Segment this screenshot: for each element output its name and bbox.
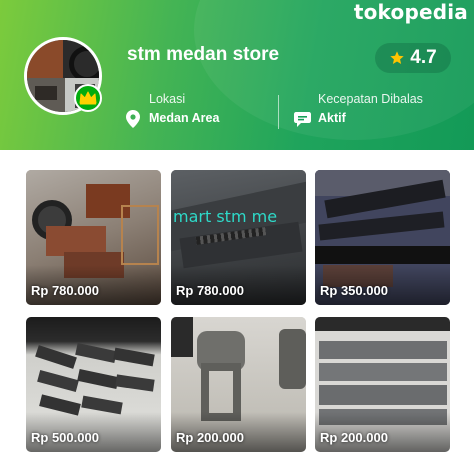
product-card[interactable]: mart stm me Rp 780.000 bbox=[171, 170, 306, 305]
rating-value: 4.7 bbox=[410, 47, 437, 68]
product-watermark: mart stm me bbox=[173, 207, 278, 226]
product-grid: Rp 780.000 mart stm me Rp 780.000 Rp 350… bbox=[0, 150, 474, 474]
store-header: tokopedia stm medan store 4.7 Lokasi Med… bbox=[0, 0, 474, 150]
product-price: Rp 200.000 bbox=[176, 430, 244, 445]
location-label: Lokasi bbox=[149, 92, 186, 106]
product-price: Rp 200.000 bbox=[320, 430, 388, 445]
product-price: Rp 350.000 bbox=[320, 283, 388, 298]
location-pin-icon bbox=[126, 110, 140, 128]
product-price: Rp 500.000 bbox=[31, 430, 99, 445]
product-card[interactable]: Rp 350.000 bbox=[315, 170, 450, 305]
crown-badge-icon bbox=[74, 84, 102, 112]
product-price: Rp 780.000 bbox=[176, 283, 244, 298]
speed-value: Aktif bbox=[318, 111, 346, 125]
product-card[interactable]: Rp 780.000 bbox=[26, 170, 161, 305]
star-icon bbox=[390, 51, 404, 64]
product-card[interactable]: Rp 200.000 bbox=[171, 317, 306, 452]
location-info: Lokasi Medan Area bbox=[149, 92, 219, 125]
location-value: Medan Area bbox=[149, 111, 220, 125]
product-card[interactable]: Rp 200.000 bbox=[315, 317, 450, 452]
info-divider bbox=[278, 95, 279, 129]
store-name[interactable]: stm medan store bbox=[127, 44, 279, 66]
rating-badge: 4.7 bbox=[375, 43, 451, 73]
speed-label: Kecepatan Dibalas bbox=[318, 92, 423, 106]
product-price: Rp 780.000 bbox=[31, 283, 99, 298]
chat-bubble-icon bbox=[294, 112, 311, 127]
product-card[interactable]: Rp 500.000 bbox=[26, 317, 161, 452]
response-speed-info: Kecepatan Dibalas Aktif bbox=[318, 92, 423, 125]
tokopedia-logo[interactable]: tokopedia bbox=[354, 0, 468, 24]
